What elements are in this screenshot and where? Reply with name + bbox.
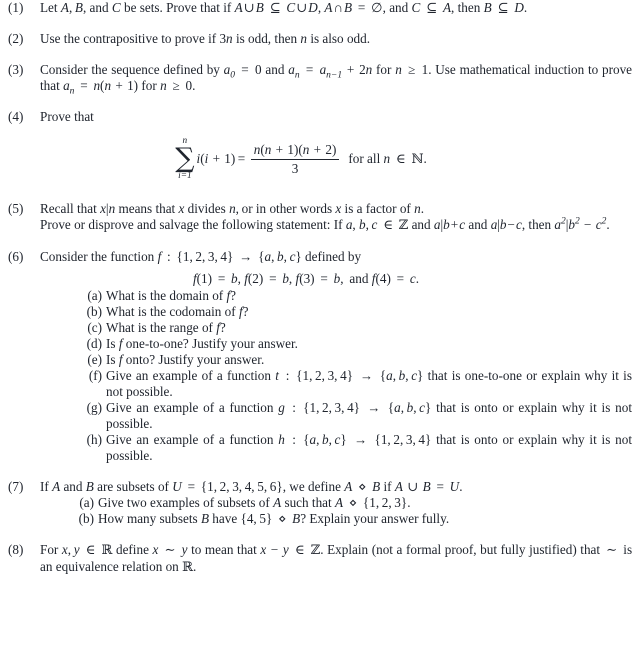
problem-5-text: Recall that x|n means that x divides n, … — [40, 201, 636, 234]
problem-7-number: (7) — [8, 479, 24, 494]
subitem-g-text: Give an example of a function g : {1, 2,… — [106, 400, 632, 431]
problem-5-line2: Prove or disprove and salvage the follow… — [40, 216, 610, 233]
subitem-c-label: (c) — [87, 320, 102, 335]
subitem-a-label: (a) — [87, 288, 102, 303]
summation-equation: n ∑ i=1 i(i + 1) = n(n + 1)(n + 2) 3 for… — [40, 132, 632, 186]
problem-7-stem: If A and B are subsets of U = {1, 2, 3, … — [40, 479, 463, 494]
subitem-d-text: Is f one-to-one? Justify your answer. — [106, 336, 298, 351]
problem-4: (4) Prove that n ∑ i=1 i(i + 1) = n(n + … — [0, 109, 636, 186]
subitem-b-label: (b) — [86, 304, 102, 319]
sum-lower-limit: i=1 — [178, 171, 192, 181]
problem-6-subitems: (a) What is the domain of f? (b) What is… — [74, 288, 632, 464]
subitem-g-label: (g) — [86, 400, 102, 415]
subitem-c-text: What is the range of f? — [106, 320, 226, 335]
problem-8-text: For x, y ∈ ℝ define x ∼ y to mean that x… — [40, 542, 633, 575]
problem-7-text: If A and B are subsets of U = {1, 2, 3, … — [40, 479, 636, 527]
problem-1-number: (1) — [8, 0, 24, 15]
problem-3-number: (3) — [8, 62, 24, 77]
problem-1: (1) Let A, B, and C be sets. Prove that … — [0, 0, 636, 16]
problem-7-subitem-a: (a) Give two examples of subsets of A su… — [66, 495, 632, 511]
problem-list: (1) Let A, B, and C be sets. Prove that … — [0, 0, 636, 576]
problem-3: (3) Consider the sequence defined by a0 … — [0, 62, 636, 97]
subitem-a-text: Give two examples of subsets of A such t… — [98, 495, 411, 510]
problem-4-number: (4) — [8, 109, 24, 124]
problem-6-number: (6) — [8, 249, 24, 264]
sigma-icon: ∑ — [175, 143, 195, 174]
subitem-a-label: (a) — [79, 495, 94, 510]
subitem-b-label: (b) — [78, 511, 94, 526]
problem-8-number: (8) — [8, 542, 24, 557]
problem-6-subitem-c: (c) What is the range of f? — [74, 320, 632, 336]
problem-1-text: Let A, B, and C be sets. Prove that if A… — [40, 0, 528, 15]
problem-7-subitems: (a) Give two examples of subsets of A su… — [66, 495, 632, 527]
problem-6-subitem-f: (f) Give an example of a function t : {1… — [74, 368, 632, 400]
subitem-e-text: Is f onto? Justify your answer. — [106, 352, 265, 367]
document-page: (1) Let A, B, and C be sets. Prove that … — [0, 0, 636, 657]
subitem-h-text: Give an example of a function h : {a, b,… — [106, 432, 632, 463]
subitem-h-label: (h) — [86, 432, 102, 447]
problem-6-subitem-g: (g) Give an example of a function g : {1… — [74, 400, 632, 432]
function-definition: f(1) = b, f(2) = b, f(3) = b, and f(4) =… — [192, 271, 420, 286]
problem-7-subitem-b: (b) How many subsets B have {4, 5} ⋄ B? … — [66, 511, 632, 527]
problem-3-text: Consider the sequence defined by a0 = 0 … — [40, 62, 633, 97]
fraction-numerator: n(n + 1)(n + 2) — [253, 141, 337, 157]
problem-2-number: (2) — [8, 31, 24, 46]
problem-5-line1: Recall that x|n means that x divides n, … — [40, 201, 424, 216]
problem-5-number: (5) — [8, 201, 24, 216]
problem-6-subitem-b: (b) What is the codomain of f? — [74, 304, 632, 320]
problem-6-subitem-a: (a) What is the domain of f? — [74, 288, 632, 304]
subitem-f-text: Give an example of a function t : {1, 2,… — [106, 368, 632, 399]
problem-6-stem: Consider the function f : {1, 2, 3, 4} →… — [40, 249, 362, 264]
problem-7: (7) If A and B are subsets of U = {1, 2,… — [0, 479, 636, 527]
problem-6-subitem-e: (e) Is f onto? Justify your answer. — [74, 352, 632, 368]
subitem-f-label: (f) — [88, 368, 102, 383]
subitem-e-label: (e) — [87, 352, 102, 367]
problem-6-text: Consider the function f : {1, 2, 3, 4} →… — [40, 249, 636, 464]
problem-5: (5) Recall that x|n means that x divides… — [0, 201, 636, 234]
subitem-d-label: (d) — [86, 336, 102, 351]
subitem-b-text: What is the codomain of f? — [106, 304, 249, 319]
problem-6-subitem-h: (h) Give an example of a function h : {a… — [74, 432, 632, 464]
problem-6: (6) Consider the function f : {1, 2, 3, … — [0, 249, 636, 464]
problem-8: (8) For x, y ∈ ℝ define x ∼ y to mean th… — [0, 542, 636, 576]
fraction-denominator: 3 — [291, 160, 299, 176]
subitem-b-text: How many subsets B have {4, 5} ⋄ B? Expl… — [98, 511, 450, 526]
summand: i(i + 1) — [196, 151, 236, 166]
equals-sign: = — [237, 151, 246, 166]
problem-4-text: Prove that n ∑ i=1 i(i + 1) = n(n + 1)(n… — [40, 109, 636, 186]
problem-2-text: Use the contrapositive to prove if 3n is… — [40, 31, 371, 46]
subitem-a-text: What is the domain of f? — [106, 288, 237, 303]
fraction: n(n + 1)(n + 2) 3 — [250, 141, 340, 176]
equation-tail: for all n ∈ ℕ. — [348, 150, 427, 167]
problem-2: (2) Use the contrapositive to prove if 3… — [0, 31, 636, 47]
problem-6-subitem-d: (d) Is f one-to-one? Justify your answer… — [74, 336, 632, 352]
summation-operator: n ∑ i=1 — [175, 136, 195, 182]
